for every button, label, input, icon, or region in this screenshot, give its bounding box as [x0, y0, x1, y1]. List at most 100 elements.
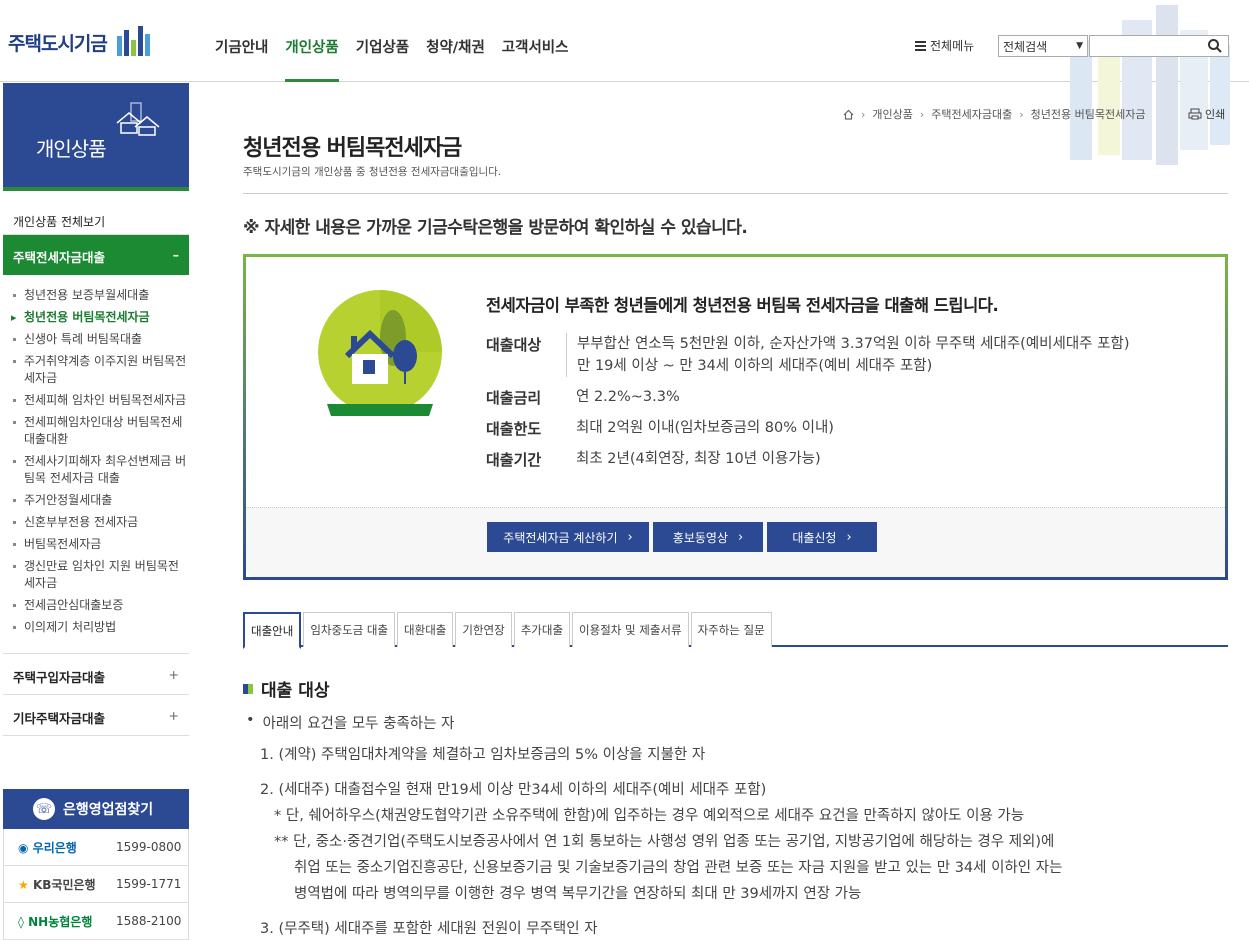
tab-faq[interactable]: 자주하는 질문	[690, 612, 772, 647]
collapse-icon: –	[172, 247, 179, 262]
site-logo[interactable]: 주택도시기금	[8, 22, 155, 62]
hamburger-icon	[915, 39, 926, 53]
tab-refinance[interactable]: 대환대출	[397, 612, 454, 647]
chevron-right-icon: ›	[738, 529, 744, 545]
chevron-right-icon: ›	[627, 529, 633, 545]
lnb-sub-item[interactable]: 주거안정월세대출	[11, 492, 189, 509]
requirement-note-2-cont: 병역법에 따라 병역의무를 이행한 경우 병역 복무기간을 연장하되 최대 만 …	[294, 886, 862, 902]
site-header: 주택도시기금 기금안내 개인상품 기업상품 청약/채권 고객서비스 전체메뉴 전…	[0, 0, 1249, 165]
bank-name-text: 우리은행	[32, 840, 77, 855]
lnb-sub-item[interactable]: 청년전용 보증부월세대출	[11, 287, 189, 304]
lnb-sub-item[interactable]: 전세피해 임차인 버팀목전세자금	[11, 392, 189, 409]
requirement-item-2: 2. (세대주) 대출접수일 현재 만19세 이상 만34세 이하의 세대주(예…	[260, 782, 767, 798]
lnb-sub-item[interactable]: 전세피해임차인대상 버팀목전세대출대환	[11, 414, 189, 448]
lnb-title: 개인상품	[36, 137, 107, 161]
gnb-subscription-bonds[interactable]: 청약/채권	[426, 36, 485, 82]
requirement-item-3: 3. (무주택) 세대주를 포함한 세대원 전원이 무주택인 자	[260, 921, 598, 937]
search-icon[interactable]	[1206, 37, 1224, 55]
product-button-bar: 주택전세자금 계산하기 › 홍보동영상 › 대출신청 ›	[246, 507, 1225, 577]
breadcrumb-separator: ›	[1019, 107, 1024, 121]
lnb-category-label: 기타주택자금대출	[13, 711, 106, 726]
search-scope-select[interactable]: 전체검색 ▼	[998, 35, 1088, 57]
info-label: 대출금리	[486, 389, 542, 407]
tab-interim-loan[interactable]: 임차중도금 대출	[303, 612, 396, 647]
bank-name-text: KB국민은행	[32, 877, 96, 892]
page-description: 주택도시기금의 개인상품 중 청년전용 전세자금대출입니다.	[243, 166, 502, 178]
product-summary-inner: 전세자금이 부족한 청년들에게 청년전용 버팀목 전세자금을 대출해 드립니다.…	[246, 257, 1225, 577]
lnb-sub-item[interactable]: 이의제기 처리방법	[11, 619, 189, 636]
global-nav: 기금안내 개인상품 기업상품 청약/채권 고객서비스	[215, 36, 585, 82]
all-menu-button[interactable]: 전체메뉴	[915, 37, 974, 54]
info-value: 최대 2억원 이내(임차보증금의 80% 이내)	[576, 420, 834, 436]
gnb-fund-info[interactable]: 기금안내	[215, 36, 268, 82]
logo-text: 주택도시기금	[8, 32, 108, 55]
info-row-rate: 대출금리 연 2.2%~3.3%	[486, 386, 1206, 408]
home-icon[interactable]	[843, 109, 854, 120]
bank-phone: 1588-2100	[116, 914, 182, 928]
loan-apply-button[interactable]: 대출신청 ›	[767, 522, 877, 552]
info-label: 대출기간	[486, 451, 542, 469]
tab-additional-loan[interactable]: 추가대출	[513, 612, 571, 647]
content-tabs: 대출안내 임차중도금 대출 대환대출 기한연장 추가대출 이용절차 및 제출서류…	[243, 610, 1228, 649]
requirement-note-2-cont: 취업 또는 중소기업진흥공단, 신용보증기금 및 기술보증기금의 창업 관련 보…	[294, 860, 1063, 876]
lnb-category-other[interactable]: 기타주택자금대출 +	[3, 695, 189, 736]
lnb-sub-item[interactable]: 버팀목전세자금	[11, 536, 189, 553]
breadcrumb-separator: ›	[919, 107, 925, 121]
notice-text: ※ 자세한 내용은 가까운 기금수탁은행을 방문하여 확인하실 수 있습니다.	[243, 218, 748, 238]
bank-name-text: NH농협은행	[28, 914, 93, 929]
info-label: 대출한도	[486, 420, 542, 438]
lnb-sub-item[interactable]: 갱신만료 임차인 지원 버팀목전세자금	[11, 558, 189, 592]
button-label: 홍보동영상	[672, 530, 728, 545]
section-lead: 아래의 요건을 모두 충족하는 자	[246, 712, 1226, 733]
breadcrumb-item[interactable]: 주택전세자금대출	[931, 106, 1012, 122]
gnb-personal-products[interactable]: 개인상품	[285, 36, 340, 82]
bank-row-nh[interactable]: ◊ NH농협은행 1588-2100	[3, 903, 189, 940]
lnb-sub-item[interactable]: 전세금안심대출보증	[11, 597, 189, 614]
lnb-sub-item[interactable]: 주거취약계층 이주지원 버팀목전세자금	[11, 353, 189, 387]
print-label: 인쇄	[1205, 108, 1226, 121]
breadcrumb-separator: ›	[861, 107, 866, 121]
header-decoration	[1070, 5, 1230, 165]
lnb-sub-item[interactable]: 신생아 특례 버팀목대출	[11, 331, 189, 348]
bank-finder-title: 은행영업점찾기	[63, 802, 154, 818]
lnb-sub-item[interactable]: 신혼부부전용 전세자금	[11, 514, 189, 531]
lnb-sub-list: 청년전용 보증부월세대출 청년전용 버팀목전세자금 신생아 특례 버팀목대출 주…	[3, 275, 189, 654]
tab-procedure-documents[interactable]: 이용절차 및 제출서류	[572, 612, 689, 647]
tab-extension[interactable]: 기한연장	[455, 612, 512, 647]
lnb-view-all-link[interactable]: 개인상품 전체보기	[3, 191, 189, 235]
bank-row-kb[interactable]: ★ KB국민은행 1599-1771	[3, 866, 189, 903]
lnb-sub-item-active[interactable]: 청년전용 버팀목전세자금	[11, 309, 189, 326]
bank-finder-header[interactable]: ☏ 은행영업점찾기	[3, 789, 189, 829]
print-button[interactable]: 인쇄	[1188, 106, 1225, 122]
info-row-limit: 대출한도 최대 2억원 이내(임차보증금의 80% 이내)	[486, 417, 1206, 439]
lnb-category-label: 주택전세자금대출	[13, 250, 106, 265]
bank-phone: 1599-0800	[116, 840, 182, 854]
bank-name: ◉ 우리은행	[18, 840, 77, 855]
calculator-button[interactable]: 주택전세자금 계산하기 ›	[487, 522, 649, 552]
product-info-table: 대출대상 부부합산 연소득 5천만원 이하, 순자산가액 3.37억원 이하 무…	[486, 333, 1206, 479]
tab-loan-guide[interactable]: 대출안내	[243, 612, 302, 649]
breadcrumb-item[interactable]: 개인상품	[872, 106, 912, 122]
lnb-category-label: 주택구입자금대출	[13, 670, 106, 685]
lnb-header: 개인상품	[3, 83, 189, 191]
info-value-line: 부부합산 연소득 5천만원 이하, 순자산가액 3.37억원 이하 무주택 세대…	[577, 336, 1130, 352]
lnb-sub-item[interactable]: 전세사기피해자 최우선변제금 버팀목 전세자금 대출	[11, 453, 189, 487]
printer-icon	[1188, 108, 1202, 120]
lnb-category-purchase[interactable]: 주택구입자금대출 +	[3, 654, 189, 695]
all-menu-label: 전체메뉴	[930, 39, 975, 53]
lnb-category-jeonse[interactable]: 주택전세자금대출 –	[3, 235, 189, 275]
requirement-item-1: 1. (계약) 주택임대차계약을 체결하고 임차보증금의 5% 이상을 지불한 …	[260, 747, 706, 763]
chevron-right-icon: ›	[846, 529, 852, 545]
product-summary-box: 전세자금이 부족한 청년들에게 청년전용 버팀목 전세자금을 대출해 드립니다.…	[243, 254, 1228, 580]
promo-video-button[interactable]: 홍보동영상 ›	[653, 522, 763, 552]
gnb-customer-service[interactable]: 고객서비스	[502, 36, 569, 82]
expand-icon: +	[168, 708, 179, 723]
gnb-business-products[interactable]: 기업상품	[356, 36, 409, 82]
section-title-text: 대출 대상	[261, 681, 330, 701]
section-lead-text: 아래의 요건을 모두 충족하는 자	[262, 716, 455, 732]
button-label: 주택전세자금 계산하기	[503, 530, 618, 545]
info-row-target: 대출대상 부부합산 연소득 5천만원 이하, 순자산가액 3.37억원 이하 무…	[486, 333, 1206, 377]
bank-row-woori[interactable]: ◉ 우리은행 1599-0800	[3, 829, 189, 866]
bank-name: ◊ NH농협은행	[18, 914, 93, 929]
product-headline: 전세자금이 부족한 청년들에게 청년전용 버팀목 전세자금을 대출해 드립니다.	[486, 296, 999, 315]
